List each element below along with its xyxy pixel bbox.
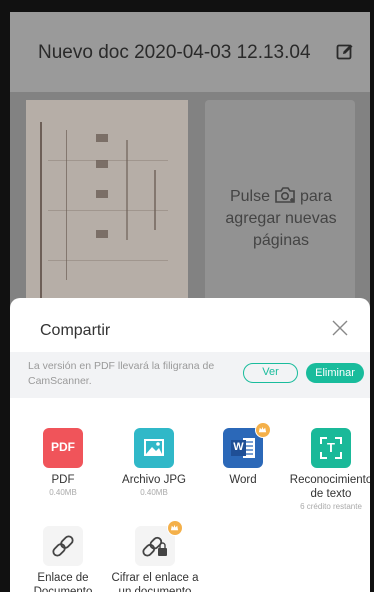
pdf-icon: PDF bbox=[43, 428, 83, 468]
edit-icon[interactable] bbox=[336, 43, 354, 61]
share-option-jpg[interactable]: Archivo JPG 0.40MB bbox=[114, 428, 194, 497]
share-title: Compartir bbox=[40, 322, 111, 339]
share-option-ocr[interactable]: T Reconocimiento de texto 6 crédito rest… bbox=[286, 428, 370, 511]
watermark-notice: La versión en PDF llevará la filigrana d… bbox=[10, 352, 370, 398]
share-sheet: Compartir La versión en PDF llevará la f… bbox=[10, 298, 370, 592]
image-icon bbox=[134, 428, 174, 468]
document-title: Nuevo doc 2020-04-03 12.13.04 bbox=[38, 42, 311, 63]
share-option-word[interactable]: W Word bbox=[203, 422, 283, 487]
add-pages-card[interactable]: Pulse para agregar nuevas páginas bbox=[205, 100, 355, 310]
word-icon: W bbox=[223, 422, 271, 468]
notice-text: La versión en PDF llevará la filigrana d… bbox=[28, 360, 215, 387]
add-pages-text: Pulse para agregar nuevas páginas bbox=[225, 187, 337, 249]
share-option-pdf[interactable]: PDF PDF 0.40MB bbox=[23, 428, 103, 497]
app-frame: Nuevo doc 2020-04-03 12.13.04 Pulse para… bbox=[10, 12, 370, 592]
close-icon[interactable] bbox=[332, 320, 348, 336]
link-icon bbox=[43, 526, 83, 566]
premium-crown-icon bbox=[167, 520, 183, 536]
text-recognition-icon: T bbox=[311, 428, 351, 468]
share-option-encrypted-link[interactable]: Cifrar el enlace a un documento bbox=[110, 520, 200, 592]
document-header: Nuevo doc 2020-04-03 12.13.04 bbox=[10, 12, 370, 92]
add-camera-icon bbox=[275, 187, 295, 203]
locked-link-icon bbox=[135, 520, 183, 566]
share-option-link[interactable]: Enlace de Documento bbox=[23, 526, 103, 592]
page-thumbnail[interactable] bbox=[26, 100, 188, 310]
view-button[interactable]: Ver bbox=[243, 363, 298, 383]
premium-crown-icon bbox=[255, 422, 271, 438]
remove-watermark-button[interactable]: Eliminar bbox=[306, 363, 364, 383]
